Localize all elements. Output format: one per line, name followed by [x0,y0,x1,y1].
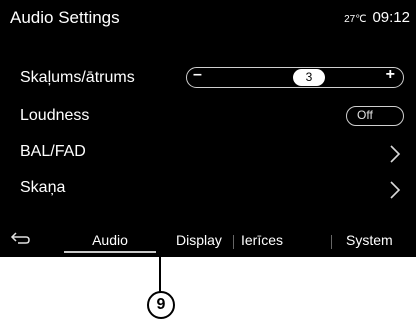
status-area: 27℃ 09:12 [344,9,410,26]
tab-divider [233,235,234,249]
skana-item[interactable]: Skaņa [20,179,65,197]
temperature: 27℃ [344,14,367,25]
audio-settings-screen: Audio Settings 27℃ 09:12 Skaļums/ātrums … [0,0,416,257]
tab-bar: Audio Display Ierīces System [0,225,416,257]
back-arrow-icon[interactable] [10,231,32,252]
page-title: Audio Settings [10,8,120,27]
callout-line [159,196,161,292]
volume-plus-button[interactable]: + [386,66,395,84]
volume-control[interactable]: – 3 + [186,66,404,88]
loudness-label: Loudness [20,107,90,124]
volume-label: Skaļums/ātrums [20,69,135,86]
loudness-toggle[interactable]: Off [346,106,404,126]
tab-divider [331,235,332,249]
chevron-right-icon[interactable] [388,180,404,200]
clock: 09:12 [372,9,410,26]
bal-fad-item[interactable]: BAL/FAD [20,143,86,161]
volume-minus-button[interactable]: – [193,66,202,84]
tab-display[interactable]: Display [176,229,222,251]
chevron-right-icon[interactable] [388,144,404,164]
callout-number: 9 [147,291,175,319]
tab-audio[interactable]: Audio [64,229,156,253]
tab-system[interactable]: System [346,229,393,251]
volume-value: 3 [293,69,325,86]
tab-devices[interactable]: Ierīces [241,229,283,251]
